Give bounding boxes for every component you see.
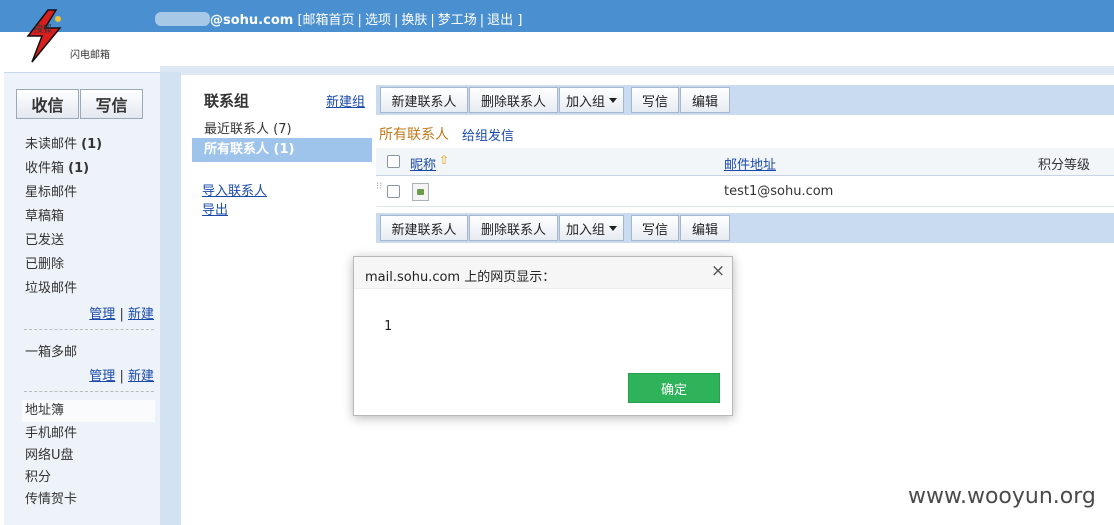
manage-accounts-link[interactable]: 管理	[89, 369, 115, 384]
caret-down-icon	[609, 97, 617, 103]
divider	[24, 391, 154, 392]
manage-folders-link[interactable]: 管理	[89, 307, 115, 322]
delete-contact-button[interactable]: 删除联系人	[469, 215, 558, 241]
link-options[interactable]: 选项	[365, 13, 391, 28]
groups-title: 联系组	[204, 92, 250, 110]
column-email[interactable]: 邮件地址	[724, 154, 776, 173]
folder-sent[interactable]: 已发送	[25, 231, 102, 255]
folder-deleted[interactable]: 已删除	[25, 255, 102, 279]
sort-ascending-icon[interactable]: ⇧	[439, 153, 449, 167]
sidebar-item-greeting-cards[interactable]: 传情贺卡	[25, 489, 77, 511]
add-to-group-dropdown[interactable]: 加入组	[559, 87, 624, 113]
link-logout[interactable]: 退出	[487, 13, 513, 28]
drag-handle-icon[interactable]: ⁝⁝	[376, 182, 382, 200]
send-to-group-link[interactable]: 给组发信	[462, 125, 514, 144]
separator: |	[479, 13, 485, 28]
separator: |	[357, 13, 362, 28]
new-group-link[interactable]: 新建组	[326, 91, 365, 110]
column-nickname[interactable]: 昵称	[410, 154, 436, 173]
contacts-toolbar-top: 新建联系人 删除联系人 加入组 写信 编辑	[376, 85, 1114, 115]
bracket-close: ]	[517, 13, 523, 28]
contacts-table-header: 昵称 ⇧ 邮件地址 积分等级	[376, 148, 1114, 176]
sidebar-item-mobile-mail[interactable]: 手机邮件	[25, 423, 77, 445]
separator: |	[119, 307, 124, 322]
table-row[interactable]: ⁝⁝ test1@sohu.com	[376, 177, 1114, 207]
caret-down-icon	[609, 225, 617, 231]
dialog-header: mail.sohu.com 上的网页显示： ×	[354, 257, 732, 289]
link-skin[interactable]: 换肤	[401, 13, 427, 28]
contacts-title: 所有联系人	[379, 127, 449, 143]
import-contacts-link[interactable]: 导入联系人	[202, 180, 267, 199]
row-checkbox[interactable]	[387, 185, 400, 198]
new-contact-button[interactable]: 新建联系人	[380, 215, 468, 241]
folder-spam[interactable]: 垃圾邮件	[25, 279, 102, 303]
dialog-title: mail.sohu.com 上的网页显示：	[365, 270, 556, 285]
folder-manage-row: 管理 | 新建	[4, 303, 154, 322]
folder-drafts[interactable]: 草稿箱	[25, 207, 102, 231]
broken-image-icon	[412, 183, 429, 201]
folder-list: 未读邮件 (1) 收件箱 (1) 星标邮件 草稿箱 已发送 已删除 垃圾邮件	[25, 135, 102, 303]
divider	[24, 329, 154, 330]
sidebar-item-network-disk[interactable]: 网络U盘	[25, 445, 77, 467]
sidebar-item-address-book[interactable]: 地址簿	[22, 400, 155, 422]
write-mail-button[interactable]: 写信	[80, 89, 143, 119]
column-level: 积分等级	[1038, 158, 1091, 173]
contact-email: test1@sohu.com	[724, 184, 834, 199]
edit-contact-button[interactable]: 编辑	[680, 215, 730, 241]
delete-contact-button[interactable]: 删除联系人	[469, 87, 558, 113]
one-box-multi-mail[interactable]: 一箱多邮	[25, 341, 77, 360]
dialog-message: 1	[384, 319, 392, 334]
header-divider	[160, 66, 1114, 75]
link-mail-home[interactable]: 邮箱首页	[303, 13, 355, 28]
new-contact-button[interactable]: 新建联系人	[380, 87, 468, 113]
mail-app: @sohu.com [邮箱首页 | 选项 | 换肤 | 梦工场 | 退出 ] 搜狐 闪电邮箱 收…	[0, 0, 1114, 525]
add-to-group-dropdown[interactable]: 加入组	[559, 215, 624, 241]
watermark: www.wooyun.org	[908, 484, 1096, 509]
logo[interactable]: 搜狐 闪电邮箱	[14, 6, 114, 66]
separator: |	[393, 13, 399, 28]
export-contacts-link[interactable]: 导出	[202, 199, 228, 218]
ok-button[interactable]: 确定	[628, 373, 720, 403]
close-icon[interactable]: ×	[710, 263, 726, 280]
folder-starred[interactable]: 星标邮件	[25, 183, 102, 207]
link-dream-factory[interactable]: 梦工场	[438, 13, 477, 28]
user-email: @sohu.com	[210, 13, 294, 28]
write-to-contact-button[interactable]: 写信	[631, 87, 679, 113]
new-account-link[interactable]: 新建	[128, 369, 154, 384]
top-bar: @sohu.com [邮箱首页 | 选项 | 换肤 | 梦工场 | 退出 ]	[0, 0, 1114, 32]
mail-action-buttons: 收信 写信	[16, 89, 143, 119]
blurred-username	[155, 12, 210, 26]
folder-unread[interactable]: 未读邮件 (1)	[25, 135, 102, 159]
sidebar-resize-strip	[160, 72, 181, 525]
folder-inbox[interactable]: 收件箱 (1)	[25, 159, 102, 183]
sidebar: 收信 写信 未读邮件 (1) 收件箱 (1) 星标邮件 草稿箱 已发送 已删除 …	[4, 72, 161, 525]
logo-small-text: 搜狐	[34, 25, 53, 35]
lightning-logo-icon	[26, 9, 62, 63]
user-line: @sohu.com [邮箱首页 | 选项 | 换肤 | 梦工场 | 退出 ]	[155, 9, 522, 28]
write-to-contact-button[interactable]: 写信	[631, 215, 679, 241]
edit-contact-button[interactable]: 编辑	[680, 87, 730, 113]
sidebar-item-points[interactable]: 积分	[25, 467, 77, 489]
group-recent-contacts[interactable]: 最近联系人 (7)	[204, 118, 292, 137]
receive-mail-button[interactable]: 收信	[16, 89, 79, 119]
contacts-toolbar-bottom: 新建联系人 删除联系人 加入组 写信 编辑	[376, 213, 1114, 243]
sidebar-nav-extra: 手机邮件 网络U盘 积分 传情贺卡	[25, 423, 77, 511]
separator: |	[430, 13, 435, 28]
new-folder-link[interactable]: 新建	[128, 307, 154, 322]
separator: |	[119, 369, 124, 384]
group-all-contacts[interactable]: 所有联系人 (1)	[192, 138, 372, 162]
alert-dialog: mail.sohu.com 上的网页显示： × 1 确定	[353, 256, 733, 416]
account-manage-row: 管理 | 新建	[4, 365, 154, 384]
logo-text: 闪电邮箱	[70, 50, 110, 61]
select-all-checkbox[interactable]	[387, 155, 400, 168]
